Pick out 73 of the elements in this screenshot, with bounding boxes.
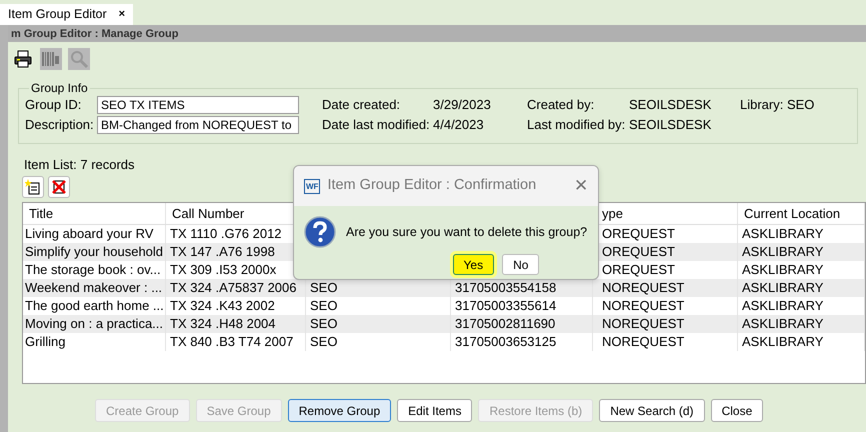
close-icon[interactable]: ✕: [574, 173, 588, 199]
field-value: SEOILSDESK: [629, 96, 712, 114]
list-label: Item List: 7 records: [24, 158, 136, 172]
table-cell: The good earth home ...: [25, 297, 164, 315]
table-cell: The storage book : ov...: [25, 261, 161, 279]
dialog-message: Are you sure you want to delete this group?: [346, 224, 588, 241]
table-cell: 31705003355614: [455, 297, 556, 315]
table-cell: Grilling: [25, 333, 66, 351]
app-icon: WF: [304, 178, 320, 194]
table-cell: ASKLIBRARY: [742, 315, 824, 333]
column-header[interactable]: Current Location: [744, 204, 840, 224]
action-button[interactable]: New Search (d): [599, 399, 705, 422]
text-field[interactable]: SEO TX ITEMS: [97, 96, 299, 114]
column-header[interactable]: Title: [29, 204, 54, 224]
table-cell: TX 840 .B3 T74 2007: [170, 333, 294, 351]
table-cell: 31705003554158: [455, 279, 556, 297]
table-cell: NOREQUEST: [602, 279, 684, 297]
column-header[interactable]: Call Number: [172, 204, 244, 224]
table-cell: TX 1110 .G76 2012: [170, 225, 282, 243]
table-cell: NOREQUEST: [602, 297, 684, 315]
table-cell: 31705002811690: [455, 315, 556, 333]
window-title: m Group Editor : Manage Group: [8, 25, 866, 42]
table-cell: SEO: [310, 297, 338, 315]
table-cell: ASKLIBRARY: [742, 225, 824, 243]
field-label: Library: SEO: [740, 96, 814, 114]
field-label: Last modified by:: [527, 116, 626, 134]
table-cell: TX 324 .H48 2004: [170, 315, 276, 333]
table-cell: NOREQUEST: [602, 315, 684, 333]
action-button[interactable]: Remove Group: [288, 399, 392, 422]
field-label: Group ID:: [25, 96, 82, 114]
table-cell: TX 324 .A75837 2006: [170, 279, 296, 297]
question-icon: [304, 216, 336, 248]
close-icon[interactable]: ×: [118, 6, 126, 23]
table-cell: SEO: [310, 333, 338, 351]
dialog-button[interactable]: Yes: [452, 254, 494, 275]
field-label: Created by:: [527, 96, 596, 114]
table-cell: SEO: [310, 279, 338, 297]
print-icon[interactable]: [12, 48, 34, 70]
text-field[interactable]: BM-Changed from NOREQUEST to: [97, 116, 299, 134]
table-cell: Living aboard your RV: [25, 225, 154, 243]
table-cell: Moving on : a practica...: [25, 315, 164, 333]
tab-label: Item Group Editor: [8, 6, 107, 24]
add-button[interactable]: [22, 176, 44, 198]
table-cell: ASKLIBRARY: [742, 261, 824, 279]
tab[interactable]: Item Group Editor ×: [0, 4, 134, 25]
table-cell: NOREQUEST: [602, 333, 684, 351]
table-cell: SEO: [310, 315, 338, 333]
table-cell: OREQUEST: [602, 225, 675, 243]
action-button[interactable]: Edit Items: [397, 399, 472, 422]
table-cell: TX 324 .K43 2002: [170, 297, 275, 315]
table-cell: OREQUEST: [602, 243, 675, 261]
field-label: Description:: [25, 116, 95, 134]
table-cell: Weekend makeover : ...: [25, 279, 162, 297]
dialog-title: Item Group Editor : Confirmation: [327, 176, 538, 196]
table-cell: OREQUEST: [602, 261, 675, 279]
dialog-button[interactable]: No: [502, 254, 540, 275]
table-cell: ASKLIBRARY: [742, 333, 824, 351]
table-cell: ASKLIBRARY: [742, 297, 824, 315]
table-cell: ASKLIBRARY: [742, 279, 824, 297]
field-label: Date created:: [322, 96, 402, 114]
field-value: 4/4/2023: [433, 116, 485, 134]
action-button[interactable]: Close: [710, 399, 764, 422]
panel-title: Group Info: [30, 82, 89, 94]
column-header[interactable]: ype: [602, 204, 623, 224]
table-cell: ASKLIBRARY: [742, 243, 824, 261]
table-cell: Simplify your household: [25, 243, 164, 261]
field-value: 3/29/2023: [433, 96, 492, 114]
table-cell: 31705003653125: [455, 333, 556, 351]
field-value: SEOILSDESK: [629, 116, 712, 134]
delete-button[interactable]: [48, 176, 70, 198]
table-cell: TX 147 .A76 1998: [170, 243, 275, 261]
table-cell: TX 309 .I53 2000x: [170, 261, 276, 279]
field-label: Date last modified:: [322, 116, 431, 134]
